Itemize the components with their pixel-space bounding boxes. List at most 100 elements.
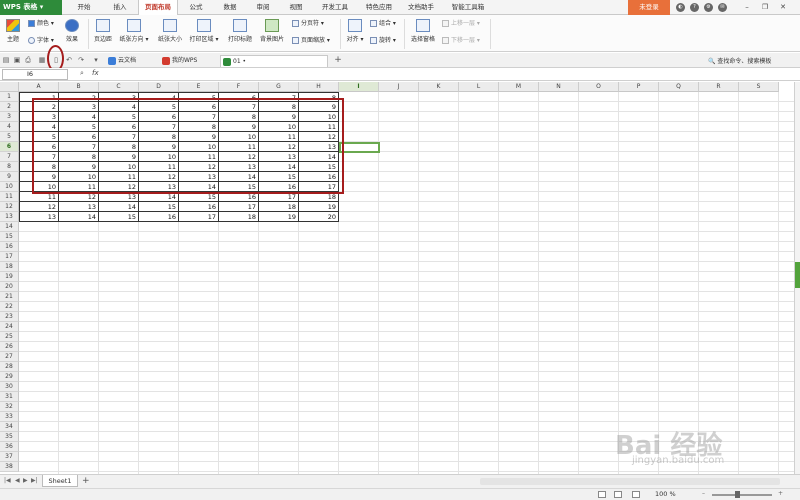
add-sheet-icon[interactable]: +: [82, 475, 90, 488]
cell-B12[interactable]: 13: [59, 202, 99, 212]
send-backward-button[interactable]: 下移一层 ▾: [442, 36, 480, 46]
column-header-E[interactable]: E: [179, 82, 219, 92]
column-header-L[interactable]: L: [459, 82, 499, 92]
cell-C12[interactable]: 14: [99, 202, 139, 212]
selected-cell-I6[interactable]: [339, 142, 380, 153]
theme-button[interactable]: 主题: [3, 19, 23, 49]
row-header-5[interactable]: 5: [0, 132, 19, 142]
menu-tab-3[interactable]: 公式: [182, 0, 210, 15]
print-icon[interactable]: ▦: [38, 56, 46, 64]
row-header-9[interactable]: 9: [0, 172, 19, 182]
row-header-8[interactable]: 8: [0, 162, 19, 172]
bring-forward-button[interactable]: 上移一层 ▾: [442, 19, 480, 29]
settings-icon[interactable]: ⚙: [704, 3, 713, 12]
feedback-icon[interactable]: ✉: [718, 3, 727, 12]
menu-tab-2[interactable]: 页面布局: [138, 0, 178, 16]
row-header-30[interactable]: 30: [0, 382, 19, 392]
row-header-36[interactable]: 36: [0, 442, 19, 452]
margins-button[interactable]: 页边距: [92, 19, 114, 49]
prev-sheet-icon[interactable]: ◀: [15, 477, 20, 484]
row-header-18[interactable]: 18: [0, 262, 19, 272]
page-break-view-icon[interactable]: [614, 491, 622, 498]
menu-tab-8[interactable]: 特色应用: [360, 0, 398, 15]
column-header-O[interactable]: O: [579, 82, 619, 92]
menu-tab-7[interactable]: 开发工具: [316, 0, 354, 15]
menu-tab-10[interactable]: 智能工具箱: [446, 0, 490, 15]
zoom-in-icon[interactable]: +: [778, 490, 783, 497]
fx-icon[interactable]: fx: [92, 69, 99, 77]
column-header-P[interactable]: P: [619, 82, 659, 92]
column-header-N[interactable]: N: [539, 82, 579, 92]
cell-A13[interactable]: 13: [19, 212, 59, 222]
menu-tab-1[interactable]: 插入: [106, 0, 134, 15]
row-header-29[interactable]: 29: [0, 372, 19, 382]
align-button[interactable]: 对齐 ▾: [344, 19, 366, 49]
name-box[interactable]: I6: [2, 69, 68, 80]
row-header-25[interactable]: 25: [0, 332, 19, 342]
page-scale-button[interactable]: 页面缩放 ▾: [292, 36, 330, 46]
row-header-37[interactable]: 37: [0, 452, 19, 462]
print-titles-button[interactable]: 打印标题: [226, 19, 254, 49]
cell-D12[interactable]: 15: [139, 202, 179, 212]
column-header-F[interactable]: F: [219, 82, 259, 92]
column-header-K[interactable]: K: [419, 82, 459, 92]
row-header-28[interactable]: 28: [0, 362, 19, 372]
row-header-32[interactable]: 32: [0, 402, 19, 412]
row-header-20[interactable]: 20: [0, 282, 19, 292]
row-header-12[interactable]: 12: [0, 202, 19, 212]
column-header-D[interactable]: D: [139, 82, 179, 92]
select-all-corner[interactable]: [0, 82, 19, 92]
vertical-scroll-thumb[interactable]: [795, 262, 800, 288]
column-header-S[interactable]: S: [739, 82, 779, 92]
menu-tab-0[interactable]: 开始: [70, 0, 98, 15]
colors-button[interactable]: 颜色 ▾: [28, 19, 54, 29]
column-header-M[interactable]: M: [499, 82, 539, 92]
row-header-24[interactable]: 24: [0, 322, 19, 332]
row-header-34[interactable]: 34: [0, 422, 19, 432]
rotate-button[interactable]: 旋转 ▾: [370, 36, 396, 46]
lookup-icon[interactable]: ⌕: [80, 69, 84, 78]
cell-H13[interactable]: 20: [299, 212, 339, 222]
redo-icon[interactable]: ↷: [77, 56, 85, 64]
skin-icon[interactable]: ◐: [676, 3, 685, 12]
close-icon[interactable]: ✕: [778, 2, 788, 12]
row-header-14[interactable]: 14: [0, 222, 19, 232]
paper-size-button[interactable]: 纸张大小: [156, 19, 184, 49]
row-header-26[interactable]: 26: [0, 342, 19, 352]
orientation-button[interactable]: 纸张方向 ▾: [118, 19, 150, 49]
cell-B13[interactable]: 14: [59, 212, 99, 222]
zoom-slider-knob[interactable]: [735, 491, 740, 498]
next-sheet-icon[interactable]: ▶: [23, 477, 28, 484]
cell-H12[interactable]: 19: [299, 202, 339, 212]
column-header-J[interactable]: J: [379, 82, 419, 92]
row-header-15[interactable]: 15: [0, 232, 19, 242]
column-header-I[interactable]: I: [339, 82, 379, 92]
column-header-G[interactable]: G: [259, 82, 299, 92]
menu-tab-9[interactable]: 文档助手: [402, 0, 440, 15]
row-header-17[interactable]: 17: [0, 252, 19, 262]
page-break-button[interactable]: 分页符 ▾: [292, 19, 324, 29]
undo-icon[interactable]: ↶: [65, 56, 73, 64]
group-button[interactable]: 组合 ▾: [370, 19, 396, 29]
column-header-Q[interactable]: Q: [659, 82, 699, 92]
cell-F12[interactable]: 17: [219, 202, 259, 212]
column-header-A[interactable]: A: [19, 82, 59, 92]
row-header-35[interactable]: 35: [0, 432, 19, 442]
column-header-H[interactable]: H: [299, 82, 339, 92]
first-sheet-icon[interactable]: |◀: [4, 477, 11, 484]
customize-dropdown-icon[interactable]: ▾: [92, 56, 100, 64]
cell-G13[interactable]: 19: [259, 212, 299, 222]
cell-A12[interactable]: 12: [19, 202, 59, 212]
row-header-38[interactable]: 38: [0, 462, 19, 472]
row-header-6[interactable]: 6: [0, 142, 19, 152]
document-tab-0[interactable]: 云文档: [106, 55, 154, 67]
row-header-7[interactable]: 7: [0, 152, 19, 162]
row-header-22[interactable]: 22: [0, 302, 19, 312]
row-header-4[interactable]: 4: [0, 122, 19, 132]
row-header-3[interactable]: 3: [0, 112, 19, 122]
effects-button[interactable]: 效果: [62, 19, 82, 49]
horizontal-scrollbar[interactable]: [480, 478, 780, 485]
row-header-19[interactable]: 19: [0, 272, 19, 282]
fonts-button[interactable]: 字体 ▾: [28, 36, 54, 46]
minimize-icon[interactable]: –: [742, 2, 752, 12]
